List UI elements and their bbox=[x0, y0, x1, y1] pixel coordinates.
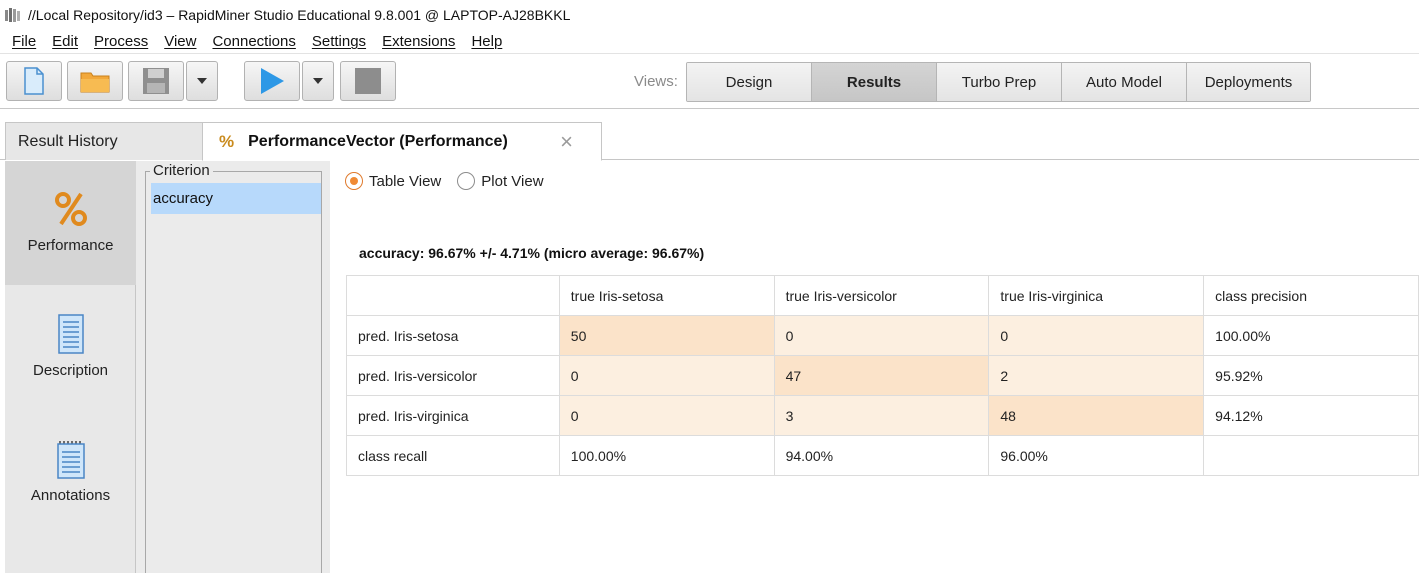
menu-connections[interactable]: Connections bbox=[204, 33, 303, 50]
table-row-label: class recall bbox=[346, 435, 560, 476]
table-cell: 0 bbox=[773, 315, 990, 356]
result-sidebar: Performance Description Annotations bbox=[5, 161, 136, 573]
toolbar: Views: Design Results Turbo Prep Auto Mo… bbox=[0, 55, 1419, 109]
table-row-label: pred. Iris-virginica bbox=[346, 395, 560, 436]
table-cell: 3 bbox=[773, 395, 990, 436]
run-icon bbox=[261, 68, 284, 94]
criterion-group-box bbox=[145, 171, 322, 573]
dropdown-arrow-icon bbox=[313, 78, 323, 84]
table-header-cell: true Iris-versicolor bbox=[773, 275, 990, 316]
table-header-cell: class precision bbox=[1203, 275, 1419, 316]
view-turbo-prep-button[interactable]: Turbo Prep bbox=[937, 63, 1062, 101]
save-icon bbox=[143, 68, 169, 94]
plot-view-label: Plot View bbox=[481, 172, 544, 190]
criterion-item-accuracy[interactable]: accuracy bbox=[151, 183, 321, 214]
sidebar-item-annotations[interactable]: Annotations bbox=[5, 411, 136, 535]
table-header-cell: true Iris-virginica bbox=[988, 275, 1205, 316]
document-icon bbox=[57, 314, 84, 354]
percent-icon bbox=[54, 189, 88, 229]
confusion-matrix-table: true Iris-setosa true Iris-versicolor tr… bbox=[346, 275, 1419, 476]
menu-edit[interactable]: Edit bbox=[44, 33, 86, 50]
table-cell: 0 bbox=[558, 355, 775, 396]
stop-button[interactable] bbox=[340, 61, 396, 101]
radio-checked-icon bbox=[345, 172, 363, 190]
tab-performance-vector[interactable]: % PerformanceVector (Performance) × bbox=[202, 122, 602, 161]
menu-bar: File Edit Process View Connections Setti… bbox=[0, 30, 1419, 54]
view-design-button[interactable]: Design bbox=[687, 63, 812, 101]
table-row-label: pred. Iris-versicolor bbox=[346, 355, 560, 396]
table-header-cell bbox=[346, 275, 560, 316]
open-process-button[interactable] bbox=[67, 61, 123, 101]
table-cell: 96.00% bbox=[988, 435, 1205, 476]
tab-result-history[interactable]: Result History bbox=[5, 122, 205, 160]
open-folder-icon bbox=[80, 72, 110, 93]
run-options-dropdown[interactable] bbox=[302, 61, 334, 101]
view-results-button[interactable]: Results bbox=[812, 63, 937, 101]
table-row: pred. Iris-virginica 0 3 48 94.12% bbox=[346, 395, 1419, 436]
table-view-radio[interactable]: Table View bbox=[345, 172, 441, 190]
title-bar: //Local Repository/id3 – RapidMiner Stud… bbox=[0, 0, 1419, 30]
sidebar-item-performance[interactable]: Performance bbox=[5, 161, 136, 285]
table-row: pred. Iris-setosa 50 0 0 100.00% bbox=[346, 315, 1419, 356]
view-deployments-button[interactable]: Deployments bbox=[1187, 63, 1310, 101]
menu-view[interactable]: View bbox=[156, 33, 204, 50]
save-options-dropdown[interactable] bbox=[186, 61, 218, 101]
stop-icon bbox=[355, 68, 381, 94]
accuracy-summary: accuracy: 96.67% +/- 4.71% (micro averag… bbox=[359, 245, 705, 261]
dropdown-arrow-icon bbox=[197, 78, 207, 84]
percent-icon: % bbox=[219, 131, 235, 151]
table-header-row: true Iris-setosa true Iris-versicolor tr… bbox=[346, 275, 1419, 316]
views-switcher: Design Results Turbo Prep Auto Model Dep… bbox=[686, 62, 1311, 102]
menu-process[interactable]: Process bbox=[86, 33, 156, 50]
new-process-icon bbox=[24, 67, 44, 95]
radio-unchecked-icon bbox=[457, 172, 476, 190]
table-cell: 100.00% bbox=[1203, 315, 1419, 356]
tab-result-history-label: Result History bbox=[18, 132, 118, 150]
table-cell: 0 bbox=[558, 395, 775, 436]
table-cell: 100.00% bbox=[558, 435, 775, 476]
tab-performance-vector-label: PerformanceVector (Performance) bbox=[248, 132, 508, 150]
table-row: pred. Iris-versicolor 0 47 2 95.92% bbox=[346, 355, 1419, 396]
table-cell: 94.12% bbox=[1203, 395, 1419, 436]
rapidminer-logo-icon bbox=[5, 8, 20, 22]
table-view-label: Table View bbox=[369, 172, 442, 190]
views-label: Views: bbox=[634, 73, 678, 90]
table-cell bbox=[1203, 435, 1419, 476]
table-cell: 0 bbox=[988, 315, 1205, 356]
menu-file[interactable]: File bbox=[4, 33, 44, 50]
menu-settings[interactable]: Settings bbox=[304, 33, 374, 50]
table-row: class recall 100.00% 94.00% 96.00% bbox=[346, 435, 1419, 476]
menu-help[interactable]: Help bbox=[463, 33, 510, 50]
table-cell: 2 bbox=[988, 355, 1205, 396]
table-cell: 47 bbox=[773, 355, 990, 396]
sidebar-item-label: Annotations bbox=[30, 487, 111, 504]
view-auto-model-button[interactable]: Auto Model bbox=[1062, 63, 1187, 101]
table-cell: 48 bbox=[988, 395, 1205, 436]
table-header-cell: true Iris-setosa bbox=[558, 275, 775, 316]
criterion-panel bbox=[136, 161, 330, 573]
menu-extensions[interactable]: Extensions bbox=[374, 33, 463, 50]
criterion-legend: Criterion bbox=[150, 162, 213, 179]
view-mode-radio-group: Table View Plot View bbox=[345, 172, 560, 190]
window-title: //Local Repository/id3 – RapidMiner Stud… bbox=[28, 7, 571, 23]
table-cell: 50 bbox=[558, 315, 775, 356]
table-cell: 95.92% bbox=[1203, 355, 1419, 396]
save-button[interactable] bbox=[128, 61, 184, 101]
table-row-label: pred. Iris-setosa bbox=[346, 315, 560, 356]
table-cell: 94.00% bbox=[773, 435, 990, 476]
sidebar-item-description[interactable]: Description bbox=[5, 286, 136, 410]
sidebar-item-label: Description bbox=[32, 362, 109, 379]
plot-view-radio[interactable]: Plot View bbox=[457, 172, 544, 190]
sidebar-item-label: Performance bbox=[27, 237, 114, 254]
notepad-icon bbox=[56, 439, 85, 479]
result-tabs: Result History % PerformanceVector (Perf… bbox=[0, 110, 1419, 161]
close-icon[interactable]: × bbox=[560, 129, 573, 155]
new-process-button[interactable] bbox=[6, 61, 62, 101]
run-button[interactable] bbox=[244, 61, 300, 101]
